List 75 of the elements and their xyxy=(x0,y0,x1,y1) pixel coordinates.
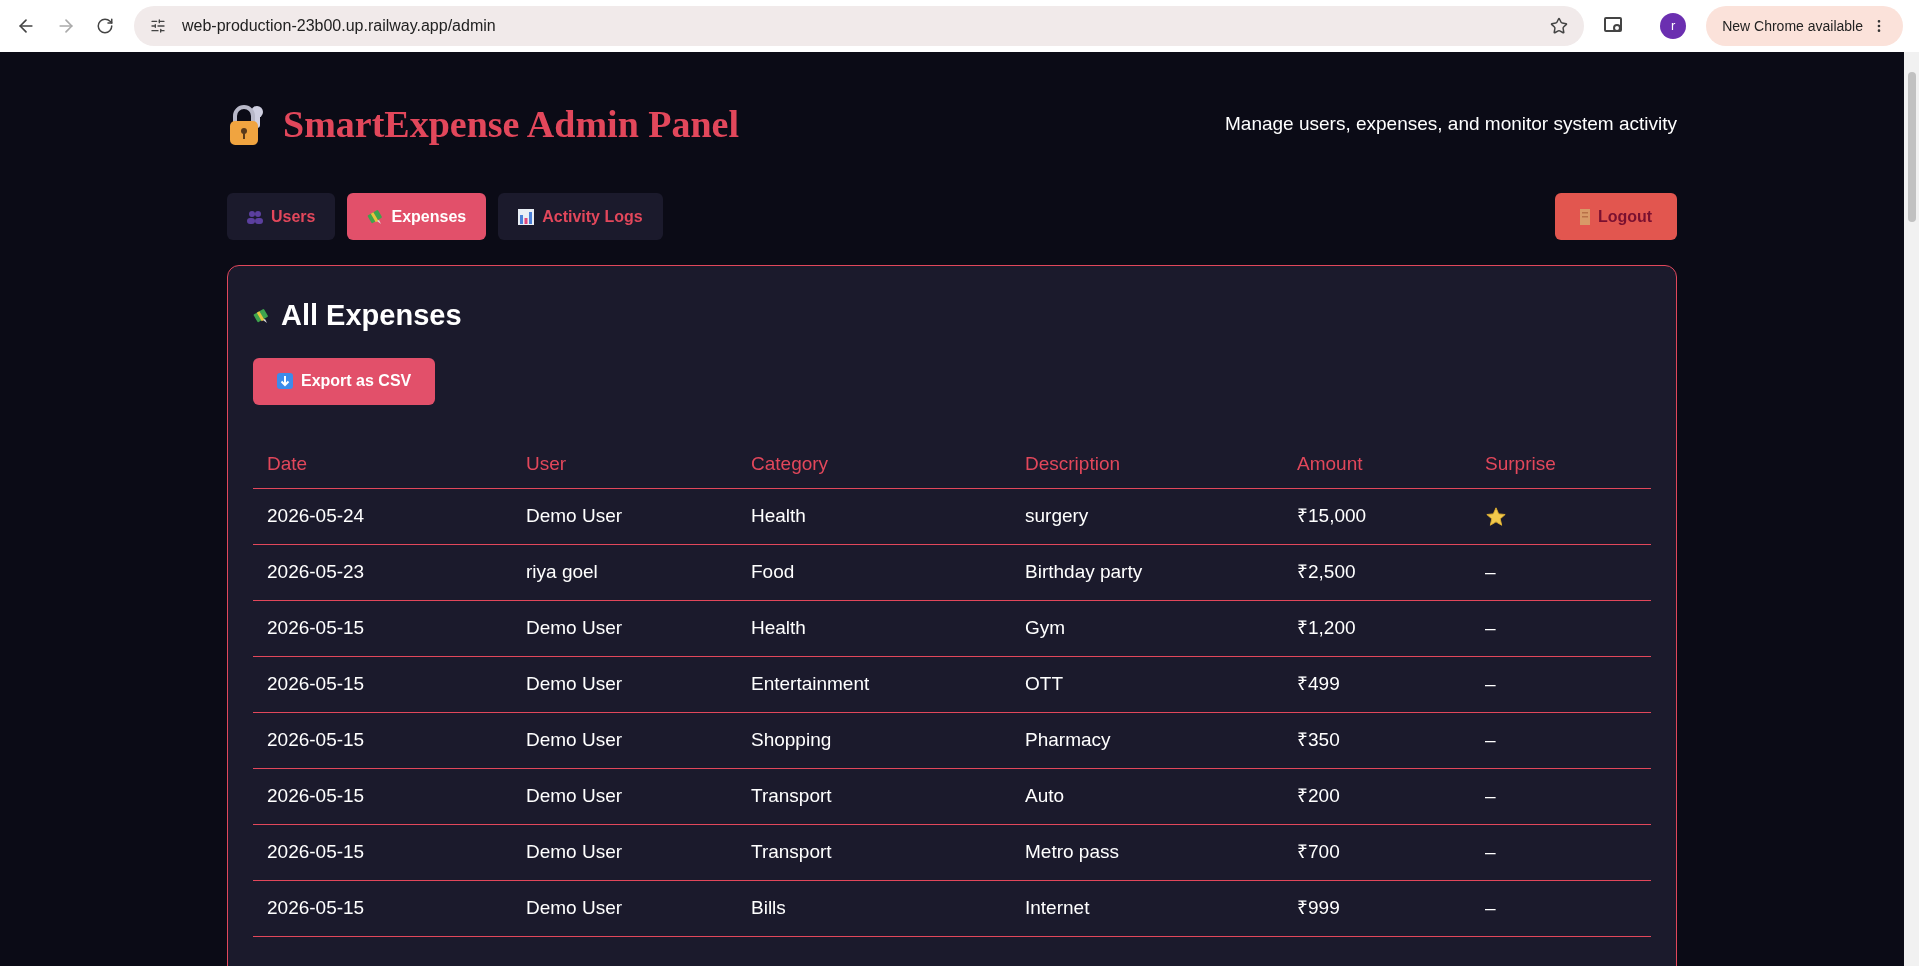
table-cell: 2026-05-15 xyxy=(253,600,512,657)
table-cell: 2026-05-15 xyxy=(253,656,512,713)
table-cell: Demo User xyxy=(512,488,737,545)
table-cell: Transport xyxy=(737,824,1011,881)
table-cell: Auto xyxy=(1011,768,1283,825)
down-arrow-icon xyxy=(277,373,293,389)
table-cell: Health xyxy=(737,600,1011,657)
people-icon xyxy=(247,209,263,224)
table-cell: 2026-05-15 xyxy=(253,712,512,769)
table-cell: riya goel xyxy=(512,544,737,601)
panel-title: All Expenses xyxy=(281,298,462,333)
table-cell: Demo User xyxy=(512,656,737,713)
table-cell: Food xyxy=(737,544,1011,601)
app-title: SmartExpense Admin Panel xyxy=(283,102,740,147)
table-cell: ₹2,500 xyxy=(1283,544,1471,601)
table-cell: Health xyxy=(737,488,1011,545)
table-cell: – xyxy=(1485,673,1496,695)
table-cell: 2026-05-15 xyxy=(253,768,512,825)
update-button[interactable]: New Chrome available xyxy=(1706,6,1903,46)
table-cell: 2026-05-15 xyxy=(253,880,512,937)
site-settings-icon[interactable] xyxy=(150,18,166,34)
nav-tab[interactable]: Expenses xyxy=(347,193,487,240)
table-cell: Internet xyxy=(1011,880,1283,937)
column-header: Surprise xyxy=(1471,449,1651,489)
address-bar[interactable]: web-production-23b00.up.railway.app/admin xyxy=(134,6,1585,46)
column-header: Date xyxy=(253,449,512,489)
table-cell: OTT xyxy=(1011,656,1283,713)
column-header: User xyxy=(512,449,737,489)
table-cell: – xyxy=(1485,841,1496,863)
url-text: web-production-23b00.up.railway.app/admin xyxy=(182,16,497,36)
table-cell: – xyxy=(1485,617,1496,639)
profile-avatar[interactable]: r xyxy=(1660,13,1687,39)
bookmark-star-icon[interactable] xyxy=(1550,17,1569,35)
table-cell: ₹499 xyxy=(1283,656,1471,713)
export-button[interactable]: Export as CSV xyxy=(253,357,436,405)
table-cell: ₹350 xyxy=(1283,712,1471,769)
nav-tab[interactable]: Users xyxy=(227,193,336,240)
money-icon xyxy=(253,307,269,324)
app-subtitle: Manage users, expenses, and monitor system activity xyxy=(1225,112,1677,137)
search-tab-icon[interactable] xyxy=(1604,17,1625,35)
table-cell: Demo User xyxy=(512,768,737,825)
logout-button[interactable]: Logout xyxy=(1555,193,1677,240)
table-cell: ₹1,200 xyxy=(1283,600,1471,657)
table-cell: Birthday party xyxy=(1011,544,1283,601)
table-cell: – xyxy=(1485,785,1496,807)
table-cell: Pharmacy xyxy=(1011,712,1283,769)
table-cell: Bills xyxy=(737,880,1011,937)
table-cell: ₹999 xyxy=(1283,880,1471,937)
table-cell: – xyxy=(1485,561,1496,583)
reload-icon[interactable] xyxy=(96,17,114,35)
table-cell: 2026-05-24 xyxy=(253,488,512,545)
table-cell: Demo User xyxy=(512,712,737,769)
table-cell: – xyxy=(1485,897,1496,919)
table-cell: Gym xyxy=(1011,600,1283,657)
column-header: Description xyxy=(1011,449,1283,489)
table-cell: 2026-05-23 xyxy=(253,544,512,601)
table-cell: surgery xyxy=(1011,488,1283,545)
table-cell: Demo User xyxy=(512,880,737,937)
table-cell: Demo User xyxy=(512,824,737,881)
table-cell: Demo User xyxy=(512,600,737,657)
scrollbar[interactable] xyxy=(1904,52,1919,966)
table-cell: – xyxy=(1485,729,1496,751)
table-cell: Metro pass xyxy=(1011,824,1283,881)
table-cell: 2026-05-15 xyxy=(253,824,512,881)
door-icon xyxy=(1579,208,1590,225)
column-header: Amount xyxy=(1283,449,1471,489)
nav-tab[interactable]: Activity Logs xyxy=(498,193,663,240)
table-cell: Shopping xyxy=(737,712,1011,769)
table-cell: Entertainment xyxy=(737,656,1011,713)
table-cell: ₹15,000 xyxy=(1283,488,1471,545)
table-cell: Transport xyxy=(737,768,1011,825)
bar-chart-icon xyxy=(518,208,535,225)
table-cell: ₹700 xyxy=(1283,824,1471,881)
column-header: Category xyxy=(737,449,1011,489)
table-cell: ₹200 xyxy=(1283,768,1471,825)
